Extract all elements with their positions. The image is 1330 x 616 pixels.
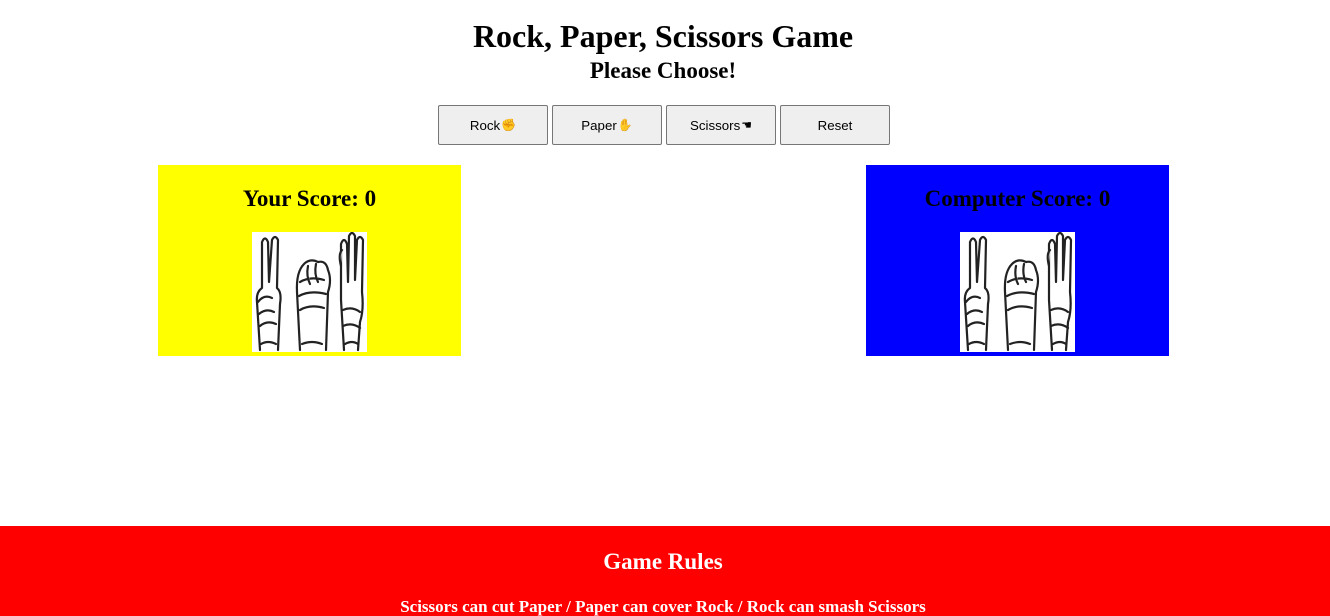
game-rules-title: Game Rules <box>603 549 723 574</box>
game-rules-text: Scissors can cut Paper / Paper can cover… <box>400 597 926 616</box>
computer-score: Computer Score: 0 <box>924 186 1111 211</box>
page-subtitle: Please Choose! <box>589 58 737 83</box>
rock-button[interactable]: Rock ✊ <box>438 105 548 145</box>
game-rules-panel: Game Rules Scissors can cut Paper / Pape… <box>0 526 1330 616</box>
computer-score-panel: Computer Score: 0 <box>866 165 1169 356</box>
rock-paper-scissors-hands-image <box>960 231 1075 352</box>
choice-buttons: Rock ✊ Paper ✋ Scissors ☚ Reset <box>438 105 890 145</box>
page-title: Rock, Paper, Scissors Game <box>472 18 854 54</box>
player-score-panel: Your Score: 0 <box>158 165 461 356</box>
paper-button-label: Paper <box>581 117 617 133</box>
reset-button-label: Reset <box>817 117 853 133</box>
scissors-button[interactable]: Scissors ☚ <box>666 105 776 145</box>
fist-icon: ✊ <box>501 118 517 132</box>
rock-button-label: Rock <box>469 117 501 133</box>
reset-button[interactable]: Reset <box>780 105 890 145</box>
paper-button[interactable]: Paper ✋ <box>552 105 662 145</box>
page: Rock, Paper, Scissors Game Please Choose… <box>0 0 1330 616</box>
rock-paper-scissors-hands-image <box>252 231 367 352</box>
open-hand-icon: ✋ <box>617 118 633 132</box>
pointing-hand-icon: ☚ <box>741 118 752 132</box>
scissors-button-label: Scissors <box>689 117 741 133</box>
player-score: Your Score: 0 <box>242 186 377 211</box>
